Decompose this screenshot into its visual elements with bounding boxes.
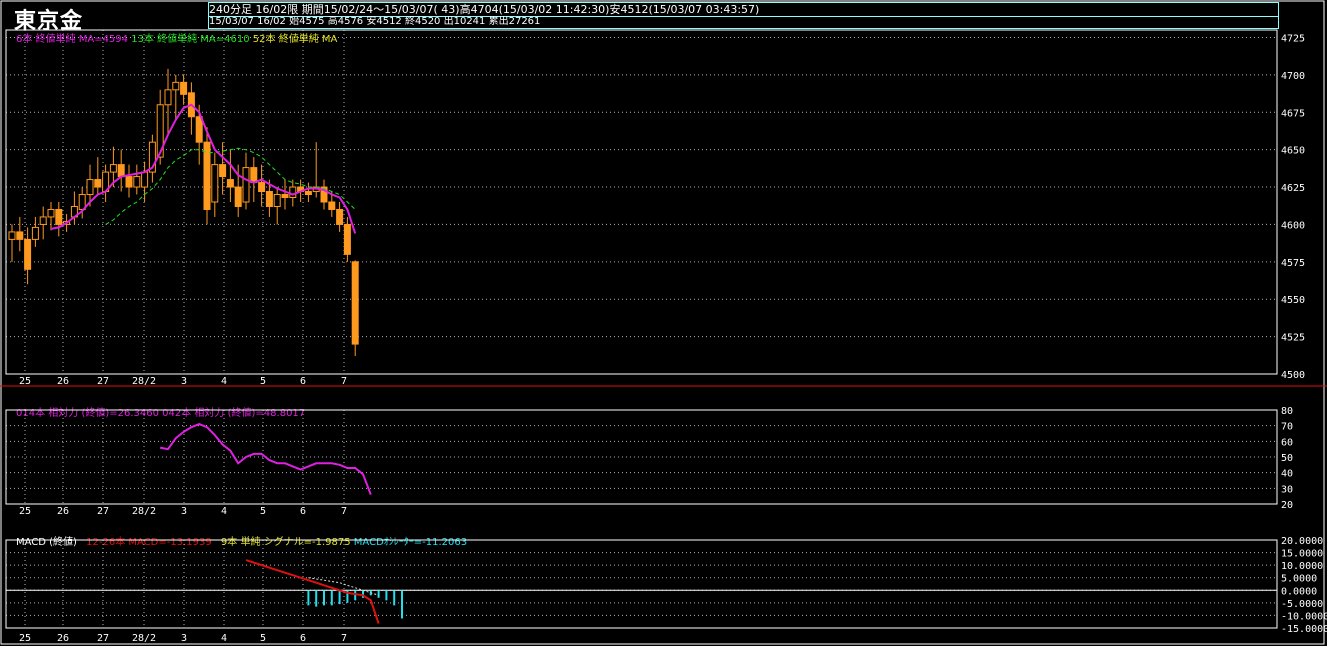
- rsi-date-label: 28/2: [132, 506, 156, 517]
- candle-body: [328, 201, 336, 210]
- candle-body: [258, 182, 266, 193]
- chart-canvas: 4500452545504575460046254650467547004725…: [0, 0, 1327, 645]
- candle-body: [180, 81, 188, 95]
- candle-body: [55, 208, 63, 225]
- candle-body: [234, 186, 242, 207]
- candle-body: [265, 191, 273, 207]
- rsi-pane-ytick-label: 40: [1281, 469, 1293, 480]
- candle-body: [195, 116, 203, 143]
- candle-body: [351, 261, 359, 345]
- candle-body: [31, 226, 39, 240]
- macd-date-label: 7: [341, 633, 347, 644]
- rsi-date-label: 6: [300, 506, 306, 517]
- price-pane-ytick-label: 4675: [1281, 108, 1305, 119]
- candle-body: [164, 89, 172, 106]
- candle-body: [133, 176, 141, 188]
- price-pane-ytick-label: 4650: [1281, 146, 1305, 157]
- macd-pane-ytick-label: -10.0000: [1281, 611, 1327, 622]
- price-pane-ytick-label: 4550: [1281, 295, 1305, 306]
- rsi-date-label: 3: [181, 506, 187, 517]
- candle-body: [86, 179, 94, 196]
- price-date-label: 25: [19, 376, 31, 387]
- rsi-pane-ytick-label: 30: [1281, 484, 1293, 495]
- macd-date-label: 3: [181, 633, 187, 644]
- macd-pane-ytick-label: -15.0000: [1281, 624, 1327, 635]
- rsi-date-label: 7: [341, 506, 347, 517]
- candle-body: [16, 231, 24, 240]
- price-pane-ytick-label: 4500: [1281, 370, 1305, 381]
- macd-pane-ytick-label: 10.0000: [1281, 561, 1323, 572]
- candle-body: [226, 179, 234, 188]
- candle-body: [47, 208, 55, 218]
- rsi-date-label: 25: [19, 506, 31, 517]
- rsi-line: [159, 423, 372, 495]
- macd-date-label: 28/2: [132, 633, 156, 644]
- candle-body: [125, 176, 133, 188]
- rsi-pane-ytick-label: 60: [1281, 437, 1293, 448]
- price-pane-ytick-label: 4625: [1281, 183, 1305, 194]
- candle-body: [273, 194, 281, 207]
- candle-body: [39, 216, 47, 225]
- candle-body: [211, 164, 219, 203]
- macd-pane-ytick-label: 5.0000: [1281, 574, 1317, 585]
- price-pane-frame: [5, 29, 1278, 375]
- price-date-label: 3: [181, 376, 187, 387]
- rsi-pane-ytick-label: 80: [1281, 406, 1293, 417]
- price-pane-ytick-label: 4700: [1281, 71, 1305, 82]
- candle-body: [250, 167, 258, 184]
- candle-body: [343, 223, 351, 255]
- candle-body: [242, 167, 250, 203]
- macd-date-label: 4: [221, 633, 227, 644]
- price-date-label: 5: [260, 376, 266, 387]
- macd-pane-ytick-label: 15.0000: [1281, 549, 1323, 560]
- ma6-line: [50, 103, 357, 234]
- candle-body: [117, 164, 125, 178]
- rsi-pane-ytick-label: 50: [1281, 453, 1293, 464]
- macd-line: [245, 559, 380, 624]
- price-pane-ytick-label: 4600: [1281, 220, 1305, 231]
- rsi-pane-ytick-label: 20: [1281, 500, 1293, 511]
- rsi-pane-ytick-label: 70: [1281, 422, 1293, 433]
- candle-body: [289, 186, 297, 199]
- candle-body: [172, 81, 180, 91]
- price-pane-ytick-label: 4725: [1281, 33, 1305, 44]
- candle-body: [8, 231, 16, 240]
- candle-body: [336, 208, 344, 225]
- price-date-label: 6: [300, 376, 306, 387]
- candle-body: [281, 194, 289, 199]
- macd-date-label: 27: [97, 633, 109, 644]
- price-pane-ytick-label: 4525: [1281, 333, 1305, 344]
- candle-body: [304, 191, 312, 196]
- candle-body: [219, 164, 227, 178]
- price-date-label: 4: [221, 376, 227, 387]
- rsi-date-label: 4: [221, 506, 227, 517]
- price-pane-ytick-label: 4575: [1281, 258, 1305, 269]
- macd-date-label: 5: [260, 633, 266, 644]
- rsi-date-label: 26: [57, 506, 69, 517]
- macd-pane-frame: [5, 539, 1278, 629]
- price-date-label: 27: [97, 376, 109, 387]
- macd-pane-ytick-label: -5.0000: [1281, 599, 1323, 610]
- macd-date-label: 26: [57, 633, 69, 644]
- macd-date-label: 6: [300, 633, 306, 644]
- price-date-label: 28/2: [132, 376, 156, 387]
- rsi-date-label: 5: [260, 506, 266, 517]
- macd-pane-ytick-label: 20.0000: [1281, 536, 1323, 547]
- price-date-label: 7: [341, 376, 347, 387]
- rsi-date-label: 27: [97, 506, 109, 517]
- macd-pane-ytick-label: 0.0000: [1281, 586, 1317, 597]
- candle-body: [141, 171, 149, 188]
- price-date-label: 26: [57, 376, 69, 387]
- candle-body: [109, 164, 117, 173]
- candle-body: [24, 238, 32, 270]
- macd-date-label: 25: [19, 633, 31, 644]
- candle-body: [94, 179, 102, 188]
- outer-frame: [0, 0, 1325, 645]
